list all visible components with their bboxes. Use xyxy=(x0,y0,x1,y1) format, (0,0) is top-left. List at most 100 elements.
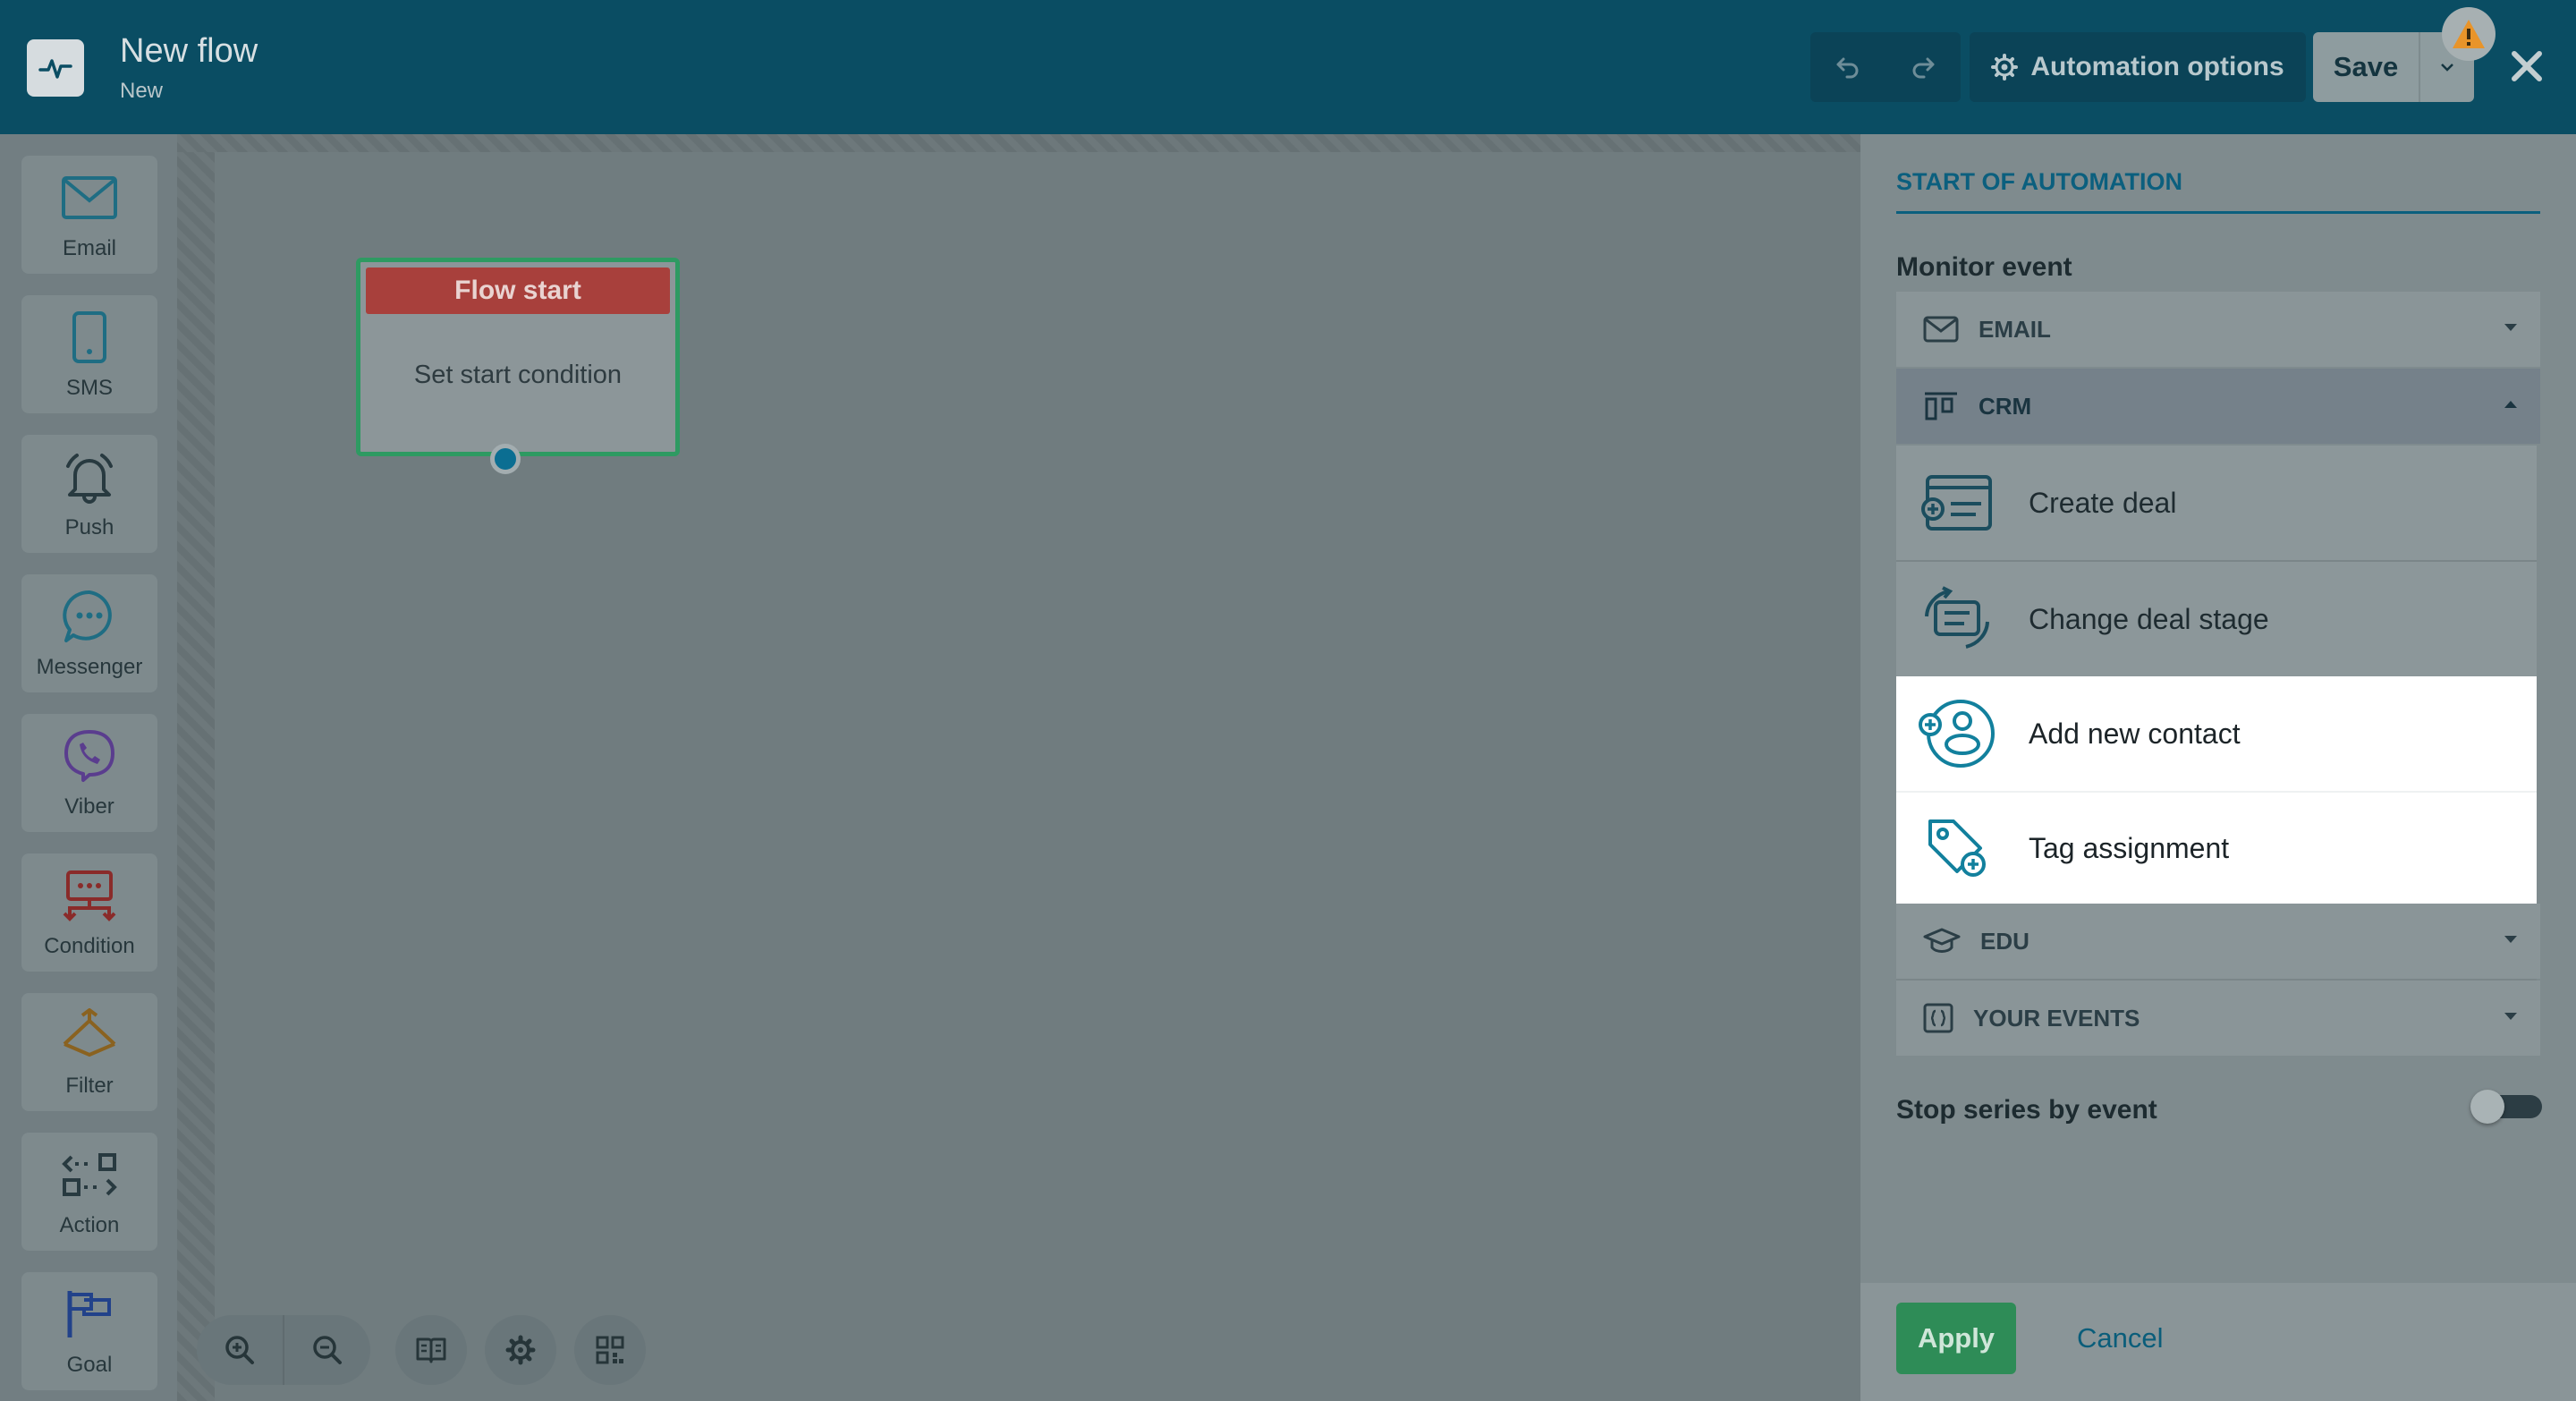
event-label: Tag assignment xyxy=(2029,831,2230,864)
zoom-in-button[interactable] xyxy=(197,1315,283,1385)
caret-down-icon xyxy=(2504,324,2517,331)
event-create-deal[interactable]: Create deal xyxy=(1896,446,2537,560)
pulse-icon[interactable] xyxy=(27,39,84,97)
warning-icon xyxy=(2453,20,2485,48)
tool-label: Viber xyxy=(64,794,114,819)
flow-status: New xyxy=(120,79,164,103)
braces-icon xyxy=(1923,1003,1953,1033)
tool-push[interactable]: Push xyxy=(21,435,157,553)
category-edu[interactable]: EDU xyxy=(1896,904,2540,979)
event-tag-assignment[interactable]: Tag assignment xyxy=(1896,793,2537,904)
tool-label: Condition xyxy=(44,934,135,958)
undo-icon xyxy=(1836,57,1859,79)
action-icon xyxy=(62,1153,117,1196)
zoom-controls xyxy=(197,1315,370,1385)
zoom-in-icon xyxy=(225,1336,254,1364)
layout-button[interactable] xyxy=(574,1315,646,1385)
category-email[interactable]: EMAIL xyxy=(1896,292,2540,367)
event-label: Change deal stage xyxy=(2029,602,2269,635)
kanban-icon xyxy=(1925,392,1957,420)
viber-icon xyxy=(64,730,114,782)
category-your-events[interactable]: YOUR EVENTS xyxy=(1896,981,2540,1056)
phone-icon xyxy=(72,311,106,363)
condition-icon xyxy=(63,870,116,921)
automation-editor: New flow New Automation options Save Ema… xyxy=(0,0,2576,1401)
graduation-cap-icon xyxy=(1923,928,1961,953)
stop-series-toggle[interactable] xyxy=(2470,1090,2542,1124)
category-label: YOUR EVENTS xyxy=(1973,1004,2140,1032)
tool-label: Action xyxy=(59,1213,120,1237)
zoom-out-button[interactable] xyxy=(283,1315,370,1385)
envelope-icon xyxy=(62,176,117,219)
tool-label: Messenger xyxy=(36,655,143,679)
category-label: EDU xyxy=(1980,927,2029,955)
close-icon xyxy=(2512,51,2542,81)
cancel-button[interactable]: Cancel xyxy=(2063,1303,2178,1374)
tool-sms[interactable]: SMS xyxy=(21,295,157,413)
event-add-new-contact[interactable]: Add new contact xyxy=(1896,676,2537,791)
caret-down-icon xyxy=(2504,1013,2517,1020)
event-label: Create deal xyxy=(2029,486,2177,519)
redo-button[interactable] xyxy=(1885,32,1961,102)
gear-icon xyxy=(1991,54,2019,81)
automation-options-button[interactable]: Automation options xyxy=(1970,32,2306,102)
automation-options-label: Automation options xyxy=(2030,52,2284,81)
deal-stage-icon xyxy=(1925,586,1989,649)
chevron-down-icon xyxy=(2441,64,2453,72)
flag-icon xyxy=(67,1291,111,1337)
filter-icon xyxy=(63,1008,116,1057)
panel-title: START OF AUTOMATION xyxy=(1896,168,2182,195)
category-crm[interactable]: CRM xyxy=(1896,369,2540,444)
canvas-settings-button[interactable] xyxy=(485,1315,556,1385)
toggle-knob xyxy=(2470,1090,2504,1124)
tool-condition[interactable]: Condition xyxy=(21,853,157,972)
element-toolbar: Email SMS Push Messenger Viber Condition… xyxy=(0,134,177,1401)
tool-messenger[interactable]: Messenger xyxy=(21,574,157,692)
node-title: Flow start xyxy=(366,267,670,314)
monitor-event-label: Monitor event xyxy=(1896,252,2072,282)
event-change-deal-stage[interactable]: Change deal stage xyxy=(1896,562,2537,676)
canvas-edge xyxy=(177,134,1860,152)
tool-filter[interactable]: Filter xyxy=(21,993,157,1111)
tool-label: Push xyxy=(64,515,114,539)
category-label: CRM xyxy=(1979,392,2032,420)
stop-series-label: Stop series by event xyxy=(1896,1095,2157,1125)
grid-icon xyxy=(596,1336,624,1364)
warning-badge[interactable] xyxy=(2442,7,2496,61)
add-contact-icon xyxy=(1919,700,1995,768)
node-output-port[interactable] xyxy=(490,444,521,474)
book-icon xyxy=(416,1337,446,1363)
apply-button[interactable]: Apply xyxy=(1896,1303,2016,1374)
flow-title[interactable]: New flow xyxy=(120,32,258,71)
tool-label: Filter xyxy=(65,1074,114,1098)
tool-label: Email xyxy=(62,236,116,260)
flow-start-node[interactable]: Flow start Set start condition xyxy=(356,258,680,456)
gear-icon xyxy=(505,1335,536,1365)
zoom-out-icon xyxy=(313,1336,342,1364)
tool-goal[interactable]: Goal xyxy=(21,1272,157,1390)
tool-viber[interactable]: Viber xyxy=(21,714,157,832)
caret-down-icon xyxy=(2504,936,2517,943)
bell-icon xyxy=(66,454,113,504)
envelope-icon xyxy=(1923,316,1959,343)
top-header: New flow New Automation options Save xyxy=(0,0,2576,134)
canvas-edge xyxy=(177,134,215,1401)
panel-divider xyxy=(1896,211,2540,214)
guide-button[interactable] xyxy=(395,1315,467,1385)
save-button[interactable]: Save xyxy=(2313,32,2419,102)
redo-icon xyxy=(1912,57,1935,79)
tool-label: Goal xyxy=(66,1353,113,1377)
tool-label: SMS xyxy=(65,376,113,400)
node-body: Set start condition xyxy=(413,361,623,389)
category-label: EMAIL xyxy=(1979,315,2051,343)
event-label: Add new contact xyxy=(2029,717,2241,750)
tool-email[interactable]: Email xyxy=(21,156,157,274)
undo-button[interactable] xyxy=(1810,32,1885,102)
panel-footer: Apply Cancel xyxy=(1860,1283,2576,1401)
close-button[interactable] xyxy=(2504,38,2549,95)
deal-card-icon xyxy=(1921,475,1992,531)
tool-action[interactable]: Action xyxy=(21,1133,157,1251)
start-settings-panel: START OF AUTOMATION Monitor event EMAIL … xyxy=(1860,134,2576,1401)
chat-bubble-icon xyxy=(63,590,112,642)
flow-canvas[interactable]: Flow start Set start condition xyxy=(177,134,1860,1401)
